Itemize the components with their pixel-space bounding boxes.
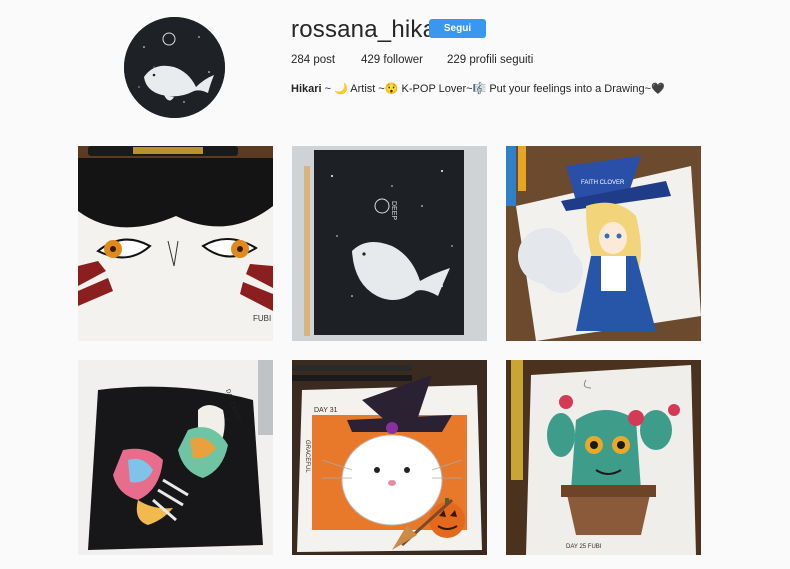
witch-drawing-image: FAITH CLOVER — [506, 146, 701, 341]
whale-title: DEEP — [390, 201, 397, 220]
cat-witch-drawing-image: DAY 31 GRACEFUL — [292, 360, 487, 555]
profile-avatar[interactable] — [124, 17, 225, 118]
profile-bio: Hikari ~ 🌙 Artist ~😯 K-POP Lover~🎼 Put y… — [291, 82, 665, 95]
cat-label: GRACEFUL — [304, 440, 310, 473]
posts-count: 284 post — [291, 54, 336, 66]
witch-label: FAITH CLOVER — [581, 180, 625, 186]
bio-name: Hikari — [291, 83, 322, 95]
post-thumbnail-5[interactable]: DAY 31 GRACEFUL — [292, 360, 487, 555]
follow-button[interactable]: Segui — [429, 19, 486, 38]
whale-drawing-image: DEEP — [292, 146, 487, 341]
post-thumbnail-2[interactable]: DEEP — [292, 146, 487, 341]
hands-drawing-image: DAY 2 LOST — [78, 360, 273, 555]
whale-avatar-image — [124, 17, 225, 118]
eyes-drawing-image: FUBI — [78, 146, 273, 341]
bio-text: ~ 🌙 Artist ~😯 K-POP Lover~🎼 Put your fee… — [321, 83, 665, 95]
following-count[interactable]: 229 profili seguiti — [447, 54, 533, 66]
post-thumbnail-1[interactable]: FUBI — [78, 146, 273, 341]
followers-count[interactable]: 429 follower — [361, 54, 423, 66]
post-thumbnail-6[interactable]: DAY 25 FUBI — [506, 360, 701, 555]
cactus-drawing-image: DAY 25 FUBI — [506, 360, 701, 555]
post-thumbnail-4[interactable]: DAY 2 LOST — [78, 360, 273, 555]
post-thumbnail-3[interactable]: FAITH CLOVER — [506, 146, 701, 341]
eyes-signature: FUBI — [253, 314, 271, 323]
cat-day-label: DAY 31 — [314, 407, 338, 414]
profile-username: rossana_hikari — [291, 16, 450, 43]
cactus-label: DAY 25 FUBI — [566, 544, 602, 550]
